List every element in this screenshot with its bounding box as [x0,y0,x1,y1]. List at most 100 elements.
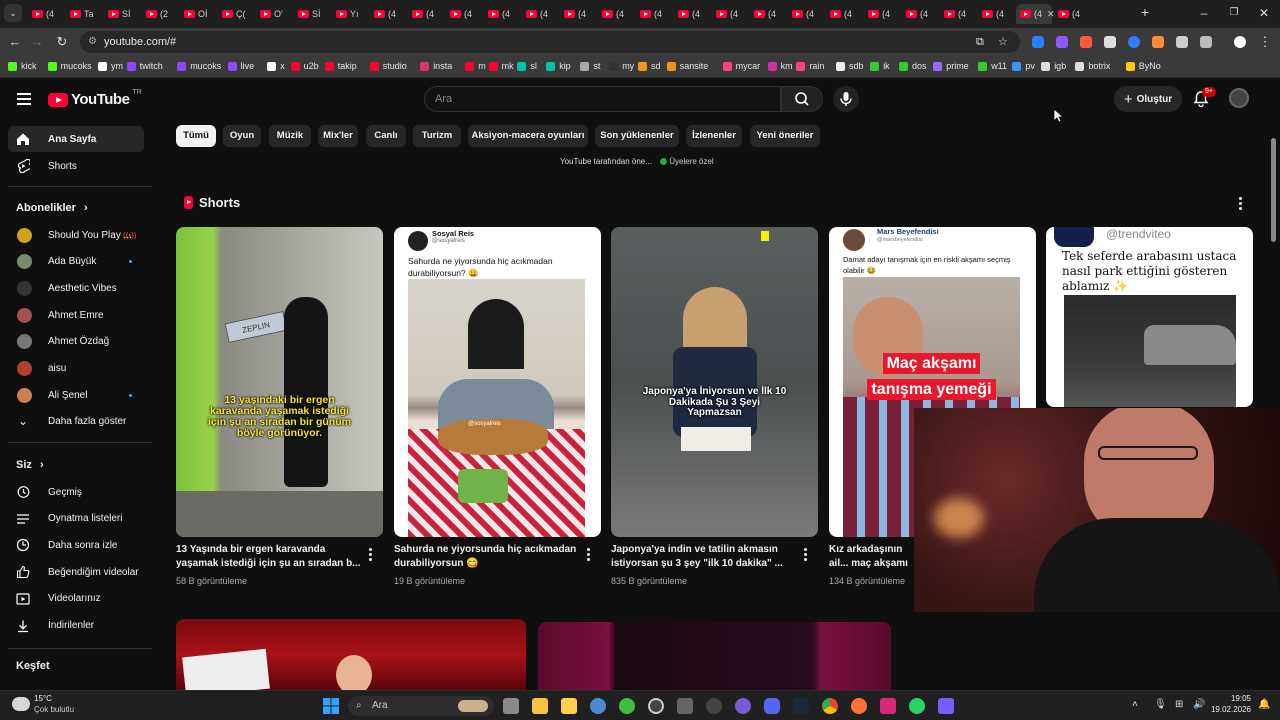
app-icon[interactable] [648,698,664,714]
bookmark-item[interactable]: mk [488,61,514,71]
filter-chip[interactable]: Tümü [176,125,216,147]
firefox-icon[interactable] [851,698,867,714]
browser-tab[interactable]: Sİ [294,4,328,24]
short-thumbnail[interactable]: ZEPLIN 13 yaşındaki bir ergen karavanda … [176,227,383,537]
browser-tab[interactable]: (4 [864,4,898,24]
bookmark-item[interactable]: sansite [666,61,708,71]
sidebar-item-history[interactable]: Geçmiş [8,479,144,505]
microphone-tray-icon[interactable]: 🎙 [1154,699,1167,710]
browser-tab[interactable]: (4 [408,4,442,24]
browser-tab[interactable]: (4 [902,4,936,24]
notifications-icon[interactable]: 🔔 [1258,699,1270,710]
sidebar-item-like[interactable]: Beğendiğim videolar [8,559,144,585]
network-icon[interactable]: ⊞ [1175,699,1183,710]
short-title[interactable]: 13 Yaşında bir ergen karavanda yaşamak i… [176,543,362,571]
browser-tab[interactable]: Yı [332,4,366,24]
browser-tab[interactable]: Sİ [104,4,138,24]
app-icon[interactable] [561,698,577,714]
reload-icon[interactable]: ↻ [53,34,71,50]
new-tab-button[interactable]: + [1135,4,1155,20]
filter-chip[interactable]: Oyun [223,125,261,147]
weather-temp[interactable]: 15°C [34,694,52,703]
video-thumbnail[interactable] [176,619,526,690]
bookmark-item[interactable]: pv [1012,61,1035,71]
sidebar-item-download[interactable]: İndirilenler [8,613,144,639]
youtube-logo[interactable]: YouTube TR [48,89,142,108]
forward-icon[interactable]: → [28,34,46,49]
task-view-icon[interactable] [503,698,519,714]
whatsapp-icon[interactable] [909,698,925,714]
browser-tab[interactable]: O' [256,4,290,24]
bookmark-item[interactable]: sdb [836,61,864,71]
steam-icon[interactable] [793,698,809,714]
volume-icon[interactable]: 🔊 [1193,699,1205,710]
filter-chip[interactable]: Canlı [366,125,406,147]
search-button[interactable] [781,86,823,112]
subscription-item[interactable]: Ada Büyük [8,249,144,275]
extension-icon[interactable] [1032,36,1044,48]
profile-icon[interactable] [1234,36,1246,48]
filter-chip[interactable]: Aksiyon-macera oyunları [468,125,588,147]
app-icon[interactable] [677,698,693,714]
bookmark-item[interactable]: st [580,61,600,71]
subscription-item[interactable]: aisu [8,356,144,382]
create-button[interactable]: + Oluştur [1114,86,1182,112]
short-menu-icon[interactable] [369,548,372,563]
site-info-icon[interactable]: ⚙ [88,31,97,53]
clock-time[interactable]: 19:05 [1207,694,1251,703]
browser-tab[interactable]: (4 [446,4,480,24]
extension-icon[interactable] [1056,36,1068,48]
short-title[interactable]: Japonya'ya indin ve tatilin akmasın isti… [611,543,797,571]
browser-tab[interactable]: (4 [598,4,632,24]
discord-icon[interactable] [764,698,780,714]
subscriptions-header[interactable]: Abonelikler › [16,202,88,214]
browser-tab[interactable]: (4 [1054,4,1088,24]
browser-tab[interactable]: (4 [484,4,518,24]
browser-tab[interactable]: Oİ [180,4,214,24]
filter-chip[interactable]: Son yüklenenler [595,125,679,147]
filter-chip[interactable]: Yeni öneriler [750,125,820,147]
app-icon[interactable] [938,698,954,714]
settings-icon[interactable] [590,698,606,714]
bookmark-item[interactable]: sd [638,61,661,71]
subscription-item[interactable]: Ali Şenel [8,382,144,408]
tray-chevron-icon[interactable]: ˄ [1132,699,1138,710]
extension-icon[interactable] [1128,36,1140,48]
short-menu-icon[interactable] [804,548,807,563]
browser-tab[interactable]: (4 [978,4,1012,24]
short-title[interactable]: Kız arkadaşının ail... maç akşamı gelen.… [829,543,913,571]
browser-tab[interactable]: (4 [560,4,594,24]
sidebar-item-playlists[interactable]: Oynatma listeleri [8,506,144,532]
windows-start-icon[interactable] [323,698,339,714]
subscription-item[interactable]: Ahmet Emre [8,302,144,328]
bookmark-item[interactable]: sl [517,61,537,71]
short-thumbnail[interactable]: Sosyal Reis @sosyalreis Sahurda ne yiyor… [394,227,601,537]
subscription-item[interactable]: Aesthetic Vibes [8,275,144,301]
browser-tab[interactable]: (4 [636,4,670,24]
short-thumbnail[interactable]: @trendviteo Tek seferde arabasını ustaca… [1046,227,1253,407]
browser-tab[interactable]: (4 [674,4,708,24]
close-window-icon[interactable]: ✕ [1254,6,1274,20]
filter-chip[interactable]: İzlenenler [686,125,742,147]
browser-menu-icon[interactable]: ⋮ [1256,34,1274,50]
bookmark-item[interactable]: x [267,61,285,71]
extension-icon[interactable] [1104,36,1116,48]
browser-tab[interactable]: Ta [66,4,100,24]
app-icon[interactable] [706,698,722,714]
bookmark-item[interactable]: dos [899,61,927,71]
bookmark-item[interactable]: m [465,61,486,71]
hamburger-menu-icon[interactable] [17,93,31,105]
bookmark-star-icon[interactable]: ☆ [998,31,1008,53]
browser-tab[interactable]: (4 [522,4,556,24]
browser-tab[interactable]: (2 [142,4,176,24]
bookmark-item[interactable]: igb [1041,61,1066,71]
bookmark-item[interactable]: insta [420,61,452,71]
bookmark-item[interactable]: u2b [290,61,319,71]
maximize-icon[interactable]: ❐ [1224,7,1244,18]
bookmark-item[interactable]: km [767,61,793,71]
bookmark-item[interactable]: mycar [722,61,760,71]
back-icon[interactable]: ← [6,34,24,49]
bookmark-item[interactable]: kick [8,61,37,71]
tab-search-icon[interactable]: ⌄ [4,4,22,22]
short-menu-icon[interactable] [587,548,590,563]
